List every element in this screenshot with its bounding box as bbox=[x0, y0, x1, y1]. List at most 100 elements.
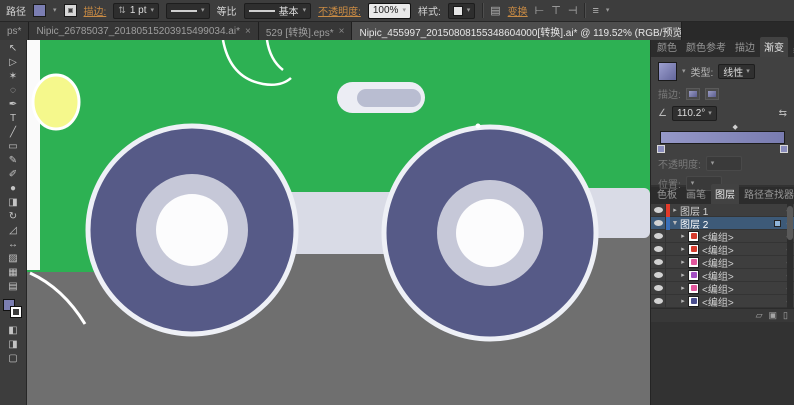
door-handle-inner[interactable] bbox=[357, 89, 421, 107]
blob-brush-tool-icon[interactable]: ● bbox=[3, 182, 24, 196]
options-menu-icon[interactable]: ≡ bbox=[592, 5, 598, 17]
visibility-toggle[interactable] bbox=[651, 230, 666, 243]
align-left-icon[interactable]: ⊢ bbox=[535, 4, 545, 17]
width-profile-caret-icon[interactable]: ▾ bbox=[201, 7, 205, 14]
opacity-panel-link[interactable]: 不透明度: bbox=[318, 3, 361, 18]
left-wheel-center[interactable] bbox=[156, 194, 228, 266]
expand-icon[interactable]: ▼ bbox=[670, 220, 680, 227]
brush-caret-icon[interactable]: ▾ bbox=[303, 7, 307, 14]
make-mask-icon[interactable]: ▱ bbox=[756, 310, 763, 321]
item-name[interactable]: <编组> bbox=[702, 294, 734, 309]
scale-tool-icon[interactable]: ◿ bbox=[3, 224, 24, 238]
rectangle-tool-icon[interactable]: ▭ bbox=[3, 140, 24, 154]
draw-normal-mode-icon[interactable]: ◧ bbox=[3, 324, 24, 338]
stroke-weight-combo[interactable]: ⇅ 1 pt ▾ bbox=[113, 3, 159, 19]
layers-scrollbar-thumb[interactable] bbox=[787, 206, 793, 240]
magic-wand-tool-icon[interactable]: ✶ bbox=[3, 70, 24, 84]
right-wheel-center[interactable] bbox=[456, 199, 524, 267]
gradient-slider-bar[interactable] bbox=[660, 131, 785, 144]
brush-definition-combo[interactable]: 基本 ▾ bbox=[244, 3, 312, 19]
screen-mode-icon[interactable]: ▢ bbox=[3, 352, 24, 366]
stroke-color-swatch[interactable] bbox=[64, 4, 77, 17]
width-tool-icon[interactable]: ↔ bbox=[3, 238, 24, 252]
layer-row[interactable]: ▸ 图层 1 ○ bbox=[651, 204, 794, 217]
document-tab[interactable]: ps* bbox=[0, 22, 29, 40]
options-caret-icon[interactable]: ▾ bbox=[606, 7, 610, 14]
visibility-toggle[interactable] bbox=[651, 243, 666, 256]
expand-icon[interactable]: ▸ bbox=[670, 206, 680, 214]
document-setup-icon[interactable]: ▤ bbox=[490, 4, 500, 17]
stroke-weight-stepper-icon[interactable]: ⇅ bbox=[118, 5, 126, 16]
direct-selection-tool-icon[interactable]: ▷ bbox=[3, 56, 24, 70]
visibility-toggle[interactable] bbox=[651, 282, 666, 295]
visibility-toggle[interactable] bbox=[651, 256, 666, 269]
tab-close-icon[interactable]: × bbox=[245, 26, 251, 37]
layers-scrollbar[interactable] bbox=[787, 204, 793, 308]
mesh-tool-icon[interactable]: ▦ bbox=[3, 266, 24, 280]
gradient-angle-caret-icon[interactable]: ▾ bbox=[708, 110, 712, 117]
expand-icon[interactable]: ▸ bbox=[678, 245, 688, 253]
tab-brushes[interactable]: 画笔 bbox=[682, 184, 710, 204]
expand-icon[interactable]: ▸ bbox=[678, 297, 688, 305]
gradient-swatch-caret-icon[interactable]: ▾ bbox=[682, 68, 686, 75]
toolbar-stroke-swatch[interactable] bbox=[10, 306, 22, 318]
gradient-type-combo[interactable]: 线性 ▾ bbox=[718, 64, 755, 79]
selection-tool-icon[interactable]: ↖ bbox=[3, 42, 24, 56]
visibility-toggle[interactable] bbox=[651, 295, 666, 308]
anchor-point-dot[interactable] bbox=[476, 124, 481, 129]
new-layer-icon[interactable]: ▣ bbox=[769, 310, 778, 321]
rotate-tool-icon[interactable]: ↻ bbox=[3, 210, 24, 224]
pencil-tool-icon[interactable]: ✐ bbox=[3, 168, 24, 182]
stroke-weight-caret-icon[interactable]: ▾ bbox=[151, 7, 155, 14]
expand-icon[interactable]: ▸ bbox=[678, 258, 688, 266]
tab-gradient[interactable]: 渐变 bbox=[760, 37, 788, 57]
tab-layers[interactable]: 图层 bbox=[711, 184, 739, 204]
fill-color-swatch[interactable] bbox=[33, 4, 46, 17]
expand-icon[interactable]: ▸ bbox=[678, 271, 688, 279]
align-right-icon[interactable]: ⊣ bbox=[568, 4, 578, 17]
tab-pathfinder[interactable]: 路径查找器 bbox=[740, 184, 794, 204]
free-transform-tool-icon[interactable]: ▨ bbox=[3, 252, 24, 266]
tab-swatches[interactable]: 色板 bbox=[653, 184, 681, 204]
line-segment-tool-icon[interactable]: ╱ bbox=[3, 126, 24, 140]
visibility-toggle[interactable] bbox=[651, 217, 666, 230]
opacity-caret-icon[interactable]: ▾ bbox=[402, 7, 406, 14]
tab-color-guide[interactable]: 颜色参考 bbox=[682, 37, 730, 57]
stroke-gradient-within-icon[interactable] bbox=[686, 88, 700, 100]
document-tab[interactable]: Nipic_26785037_20180515203915499034.ai* … bbox=[29, 22, 258, 40]
document-tab-active[interactable]: Nipic_455997_20150808155348604000[转换].ai… bbox=[352, 22, 682, 40]
visibility-toggle[interactable] bbox=[651, 204, 666, 217]
width-profile-combo[interactable]: ▾ bbox=[166, 3, 210, 19]
expand-icon[interactable]: ▸ bbox=[678, 232, 688, 240]
layer-item-row[interactable]: ▸ <编组> ○ bbox=[651, 295, 794, 308]
style-caret-icon[interactable]: ▾ bbox=[467, 7, 471, 14]
delete-layer-icon[interactable]: ▯ bbox=[783, 310, 788, 321]
pen-tool-icon[interactable]: ✒ bbox=[3, 98, 24, 112]
headlight-shape[interactable] bbox=[33, 75, 79, 129]
gradient-tool-icon[interactable]: ▤ bbox=[3, 280, 24, 294]
fill-caret-icon[interactable]: ▾ bbox=[53, 7, 57, 14]
tab-close-icon[interactable]: × bbox=[339, 26, 345, 37]
style-combo[interactable]: ▾ bbox=[448, 3, 476, 19]
gradient-type-caret-icon[interactable]: ▾ bbox=[746, 68, 750, 75]
transform-panel-link[interactable]: 变换 bbox=[508, 3, 528, 18]
panel-menu-icon[interactable]: ≡ bbox=[789, 46, 794, 57]
gradient-slider[interactable]: ◆ bbox=[660, 131, 785, 144]
opacity-combo[interactable]: 100% ▾ bbox=[368, 3, 411, 19]
gradient-midpoint-icon[interactable]: ◆ bbox=[733, 123, 738, 131]
stroke-gradient-along-icon[interactable] bbox=[705, 88, 719, 100]
eraser-tool-icon[interactable]: ◨ bbox=[3, 196, 24, 210]
expand-icon[interactable]: ▸ bbox=[678, 284, 688, 292]
align-top-icon[interactable]: ⊤ bbox=[551, 4, 561, 17]
artboard-canvas[interactable] bbox=[27, 40, 650, 405]
gradient-stop-right[interactable] bbox=[780, 145, 788, 153]
gradient-stop-left[interactable] bbox=[657, 145, 665, 153]
lasso-tool-icon[interactable]: ◌ bbox=[3, 84, 24, 98]
gradient-fill-swatch[interactable] bbox=[658, 62, 677, 81]
type-tool-icon[interactable]: T bbox=[3, 112, 24, 126]
tab-color[interactable]: 颜色 bbox=[653, 37, 681, 57]
paintbrush-tool-icon[interactable]: ✎ bbox=[3, 154, 24, 168]
fill-stroke-indicator[interactable] bbox=[2, 298, 24, 320]
gradient-angle-combo[interactable]: 110.2° ▾ bbox=[672, 106, 717, 121]
reverse-gradient-icon[interactable]: ⇆ bbox=[779, 108, 787, 119]
